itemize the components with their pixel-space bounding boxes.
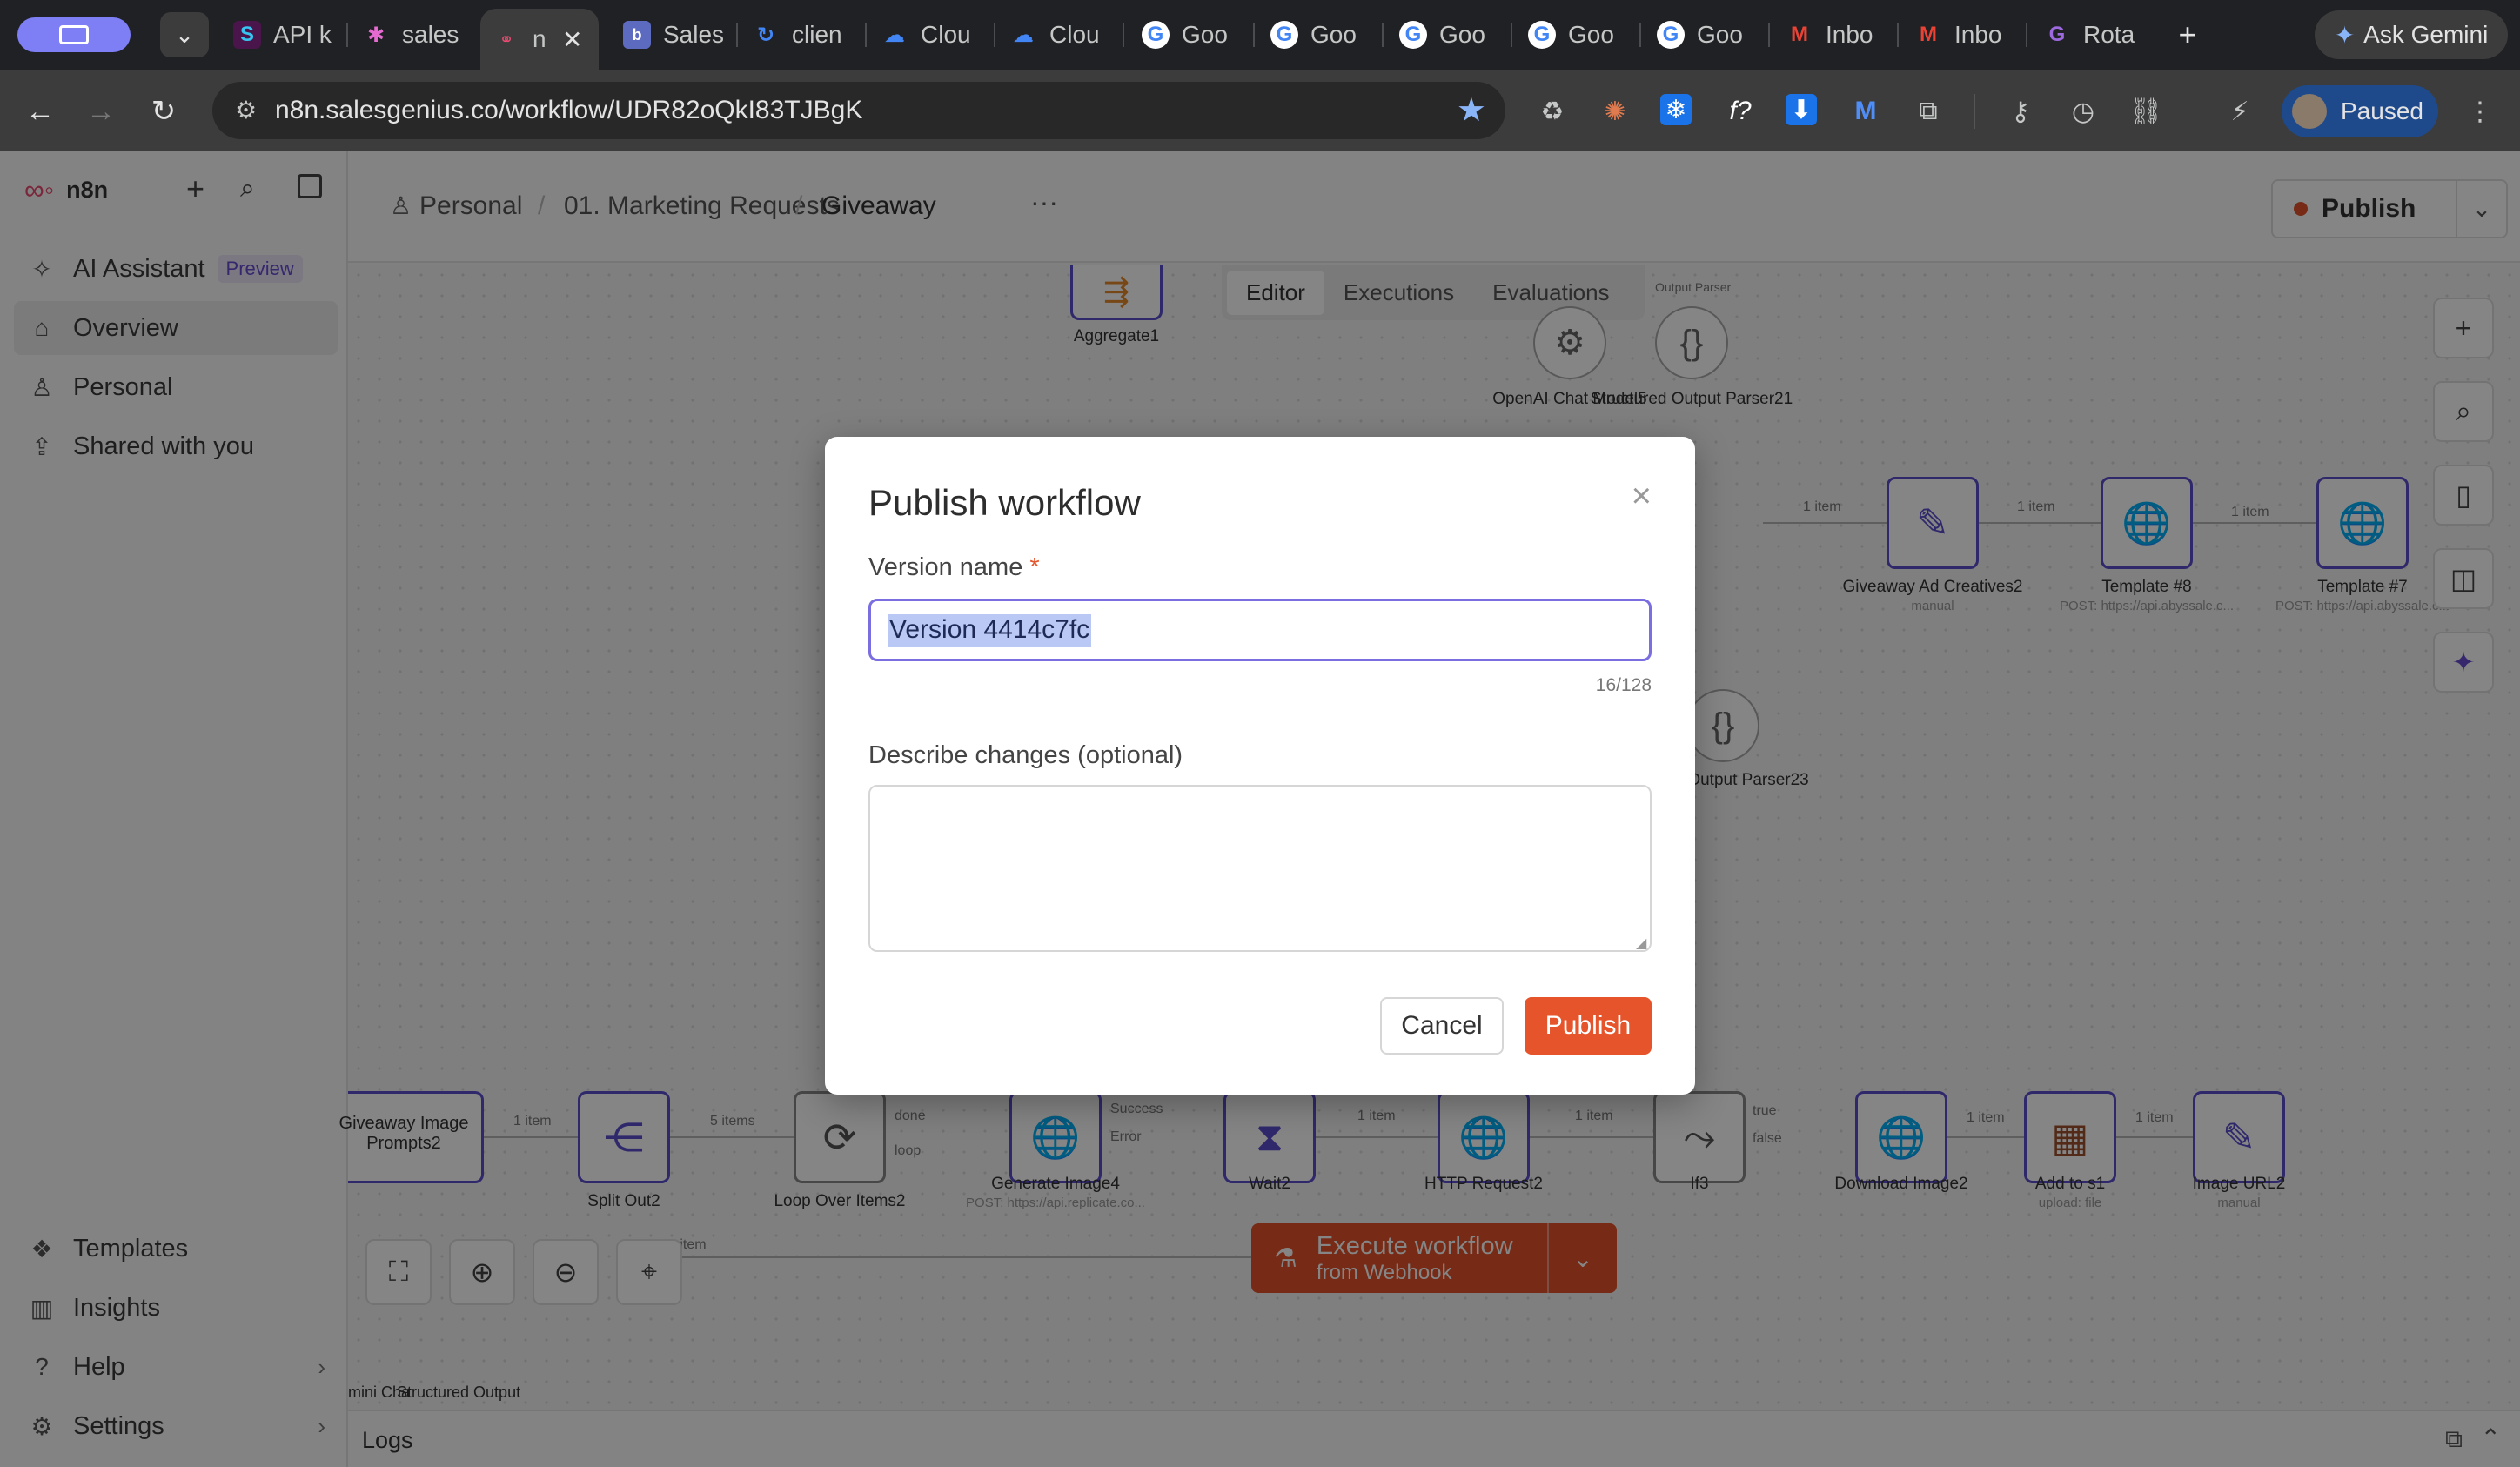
required-mark: * [1029,553,1040,581]
cancel-button[interactable]: Cancel [1380,997,1504,1055]
publish-button[interactable]: Publish [1525,997,1652,1055]
browser-tab[interactable]: G Rota [2043,9,2144,61]
browser-tab[interactable]: ↻ clien [752,9,853,61]
cloud-icon: ☁ [1013,23,1034,47]
formula-icon[interactable]: f? [1723,94,1758,129]
m-extension-icon[interactable]: M [1848,94,1883,129]
google-icon: G [1399,21,1427,49]
puzzle-icon[interactable]: ⧉ [1911,94,1946,129]
asterisk-icon: ✱ [366,23,385,47]
browser-tab-active[interactable]: ⚭n8n✕ [480,9,599,70]
link-icon[interactable]: ⛓ [2128,94,2163,129]
browser-tab[interactable]: ☁ Clou [881,9,982,61]
history-icon[interactable]: ◷ [2066,94,2101,129]
cloud-icon: ☁ [884,23,905,47]
doc-icon: b [623,21,651,49]
ask-gemini-button[interactable]: ✦ Ask Gemini [2315,10,2508,59]
loop-icon: ↻ [756,23,775,47]
close-tab-icon[interactable]: ✕ [562,25,582,54]
avatar [2292,94,2327,129]
version-name-label: Version name * [868,553,1040,581]
screen-icon [59,25,89,44]
browser-toolbar: ← → ↻ ⚙ n8n.salesgenius.co/workflow/UDR8… [0,70,2520,151]
google-icon: G [1270,21,1298,49]
gmail-icon: M [1920,23,1937,46]
character-counter: 16/128 [1595,675,1652,695]
dialog-title: Publish workflow [868,482,1141,523]
browser-tab-bar: ⌄ SAPI k ✱sales ⚭n8n✕ bSales ↻clien ☁Clo… [0,0,2520,70]
browser-tab[interactable]: G Goo [1142,9,1243,61]
reload-button[interactable]: ↻ [143,90,184,132]
performance-icon[interactable]: ⚡ [2222,94,2257,129]
describe-changes-textarea[interactable] [868,785,1652,952]
publish-workflow-dialog: Publish workflow × Version name * Versio… [825,437,1695,1095]
version-name-value[interactable]: Version 4414c7fc [888,614,1092,647]
bookmark-star-icon[interactable]: ★ [1457,90,1486,130]
browser-tab[interactable]: b Sales [623,9,724,61]
browser-tab[interactable]: G Goo [1399,9,1500,61]
browser-tab[interactable]: S API k [233,9,334,61]
browser-tab[interactable]: G Goo [1528,9,1629,61]
forward-button[interactable]: → [80,90,122,132]
recycle-icon[interactable]: ♻ [1535,94,1570,129]
tab-search-button[interactable]: ⌄ [160,12,209,57]
describe-changes-label: Describe changes (optional) [868,741,1183,769]
claude-icon[interactable]: ✺ [1598,94,1632,129]
browser-tab[interactable]: M Inbo [1786,9,1887,61]
tab-group-pill[interactable] [17,17,131,52]
close-icon[interactable]: × [1632,477,1652,516]
n8n-icon: ⚭ [499,30,514,50]
profile-button[interactable]: Paused [2282,85,2438,137]
slack-icon: S [233,21,261,49]
kebab-menu-icon[interactable]: ⋮ [2463,94,2497,129]
google-icon: G [1142,21,1170,49]
site-settings-icon[interactable]: ⚙ [235,96,257,124]
browser-tab[interactable]: G Goo [1270,9,1371,61]
gemini-sparkle-icon: ✦ [2334,21,2356,49]
plus-icon: + [2178,17,2197,52]
url-text[interactable]: n8n.salesgenius.co/workflow/UDR82oQkI83T… [275,96,862,125]
toolbar-divider [1974,94,1975,129]
resize-handle-icon[interactable]: ◢ [1636,934,1646,952]
arrow-right-icon: → [86,94,116,128]
google-icon: G [1528,21,1556,49]
browser-tab[interactable]: M Inbo [1914,9,2015,61]
arrow-left-icon: ← [25,94,55,128]
browser-tab[interactable]: ☁ Clou [1009,9,1110,61]
browser-tab[interactable]: G Goo [1657,9,1758,61]
download-icon[interactable]: ⬇ [1786,94,1817,125]
address-bar[interactable]: ⚙ n8n.salesgenius.co/workflow/UDR82oQkI8… [212,82,1505,139]
new-tab-button[interactable]: + [2168,16,2207,54]
snowflake-icon[interactable]: ❄ [1660,94,1692,125]
key-icon[interactable]: ⚷ [2003,94,2038,129]
browser-tab[interactable]: ✱ sales [362,9,463,61]
reload-icon: ↻ [151,95,177,128]
google-icon: G [1657,21,1685,49]
back-button[interactable]: ← [19,90,61,132]
gmail-icon: M [1791,23,1808,46]
chevron-down-icon: ⌄ [175,21,194,48]
g-icon: G [2048,23,2066,46]
